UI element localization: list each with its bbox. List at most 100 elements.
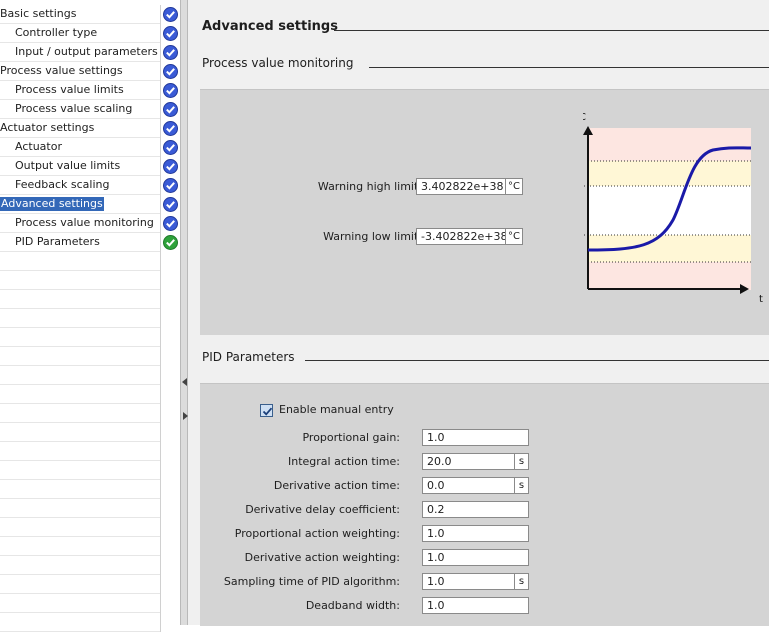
section-title-pid-parameters: PID Parameters <box>202 350 295 364</box>
nav-item-label: Input / output parameters <box>15 45 158 58</box>
pv-monitoring-panel: Warning high limit: 3.402822e+38 °C Warn… <box>200 89 769 335</box>
nav-status-cell <box>160 556 181 575</box>
nav-status-cell <box>160 537 181 556</box>
sampling-time-of-pid-algorithm-unit: s <box>514 573 529 590</box>
nav-item-label: Actuator <box>15 140 62 153</box>
nav-item-label: Controller type <box>15 26 98 39</box>
collapse-left-icon[interactable] <box>182 378 187 386</box>
proportional-action-weighting-input[interactable]: 1.0 <box>422 525 529 542</box>
blue-check-icon <box>163 159 178 174</box>
nav-item-label: Feedback scaling <box>15 178 110 191</box>
nav-empty-row <box>0 499 181 518</box>
nav-status-cell <box>160 62 181 81</box>
warning-high-input[interactable]: 3.402822e+38 <box>416 178 506 195</box>
x-axis-label: t <box>759 294 763 305</box>
nav-item-label: Process value scaling <box>15 102 133 115</box>
nav-item-advanced-settings[interactable]: Advanced settings <box>0 195 181 214</box>
nav-status-cell <box>160 385 181 404</box>
blue-check-icon <box>163 178 178 193</box>
pv-monitoring-diagram: °C t <box>583 112 763 305</box>
warning-low-unit: °C <box>505 228 523 245</box>
nav-empty-row <box>0 537 181 556</box>
nav-empty-row <box>0 594 181 613</box>
nav-empty-row <box>0 518 181 537</box>
nav-empty-row <box>0 366 181 385</box>
nav-status-cell <box>160 575 181 594</box>
nav-item-input-output-parameters[interactable]: Input / output parameters <box>0 43 181 62</box>
proportional-gain-input[interactable]: 1.0 <box>422 429 529 446</box>
enable-manual-entry-label: Enable manual entry <box>279 403 394 416</box>
blue-check-icon <box>163 26 178 41</box>
nav-item-process-value-monitoring[interactable]: Process value monitoring <box>0 214 181 233</box>
nav-item-label: Basic settings <box>0 7 77 20</box>
nav-status-cell <box>160 328 181 347</box>
nav-status-cell <box>160 594 181 613</box>
nav-empty-row <box>0 347 181 366</box>
nav-item-label: Output value limits <box>15 159 121 172</box>
derivative-action-time-input[interactable]: 0.0 <box>422 477 515 494</box>
nav-item-output-value-limits[interactable]: Output value limits <box>0 157 181 176</box>
panel-splitter[interactable] <box>180 0 188 625</box>
nav-item-controller-type[interactable]: Controller type <box>0 24 181 43</box>
nav-status-cell <box>160 157 181 176</box>
nav-item-process-value-settings[interactable]: Process value settings <box>0 62 181 81</box>
nav-status-cell <box>160 480 181 499</box>
blue-check-icon <box>163 83 178 98</box>
nav-item-label: PID Parameters <box>15 235 100 248</box>
warning-low-input[interactable]: -3.402822e+38 <box>416 228 506 245</box>
high-alarm-zone <box>588 128 751 161</box>
blue-check-icon <box>163 216 178 231</box>
nav-status-cell <box>160 195 181 214</box>
y-axis-label: °C <box>583 112 586 123</box>
nav-empty-row <box>0 575 181 594</box>
nav-empty-row <box>0 328 181 347</box>
nav-empty-row <box>0 556 181 575</box>
page-title: Advanced settings <box>202 19 338 34</box>
nav-empty-row <box>0 480 181 499</box>
nav-item-actuator-settings[interactable]: Actuator settings <box>0 119 181 138</box>
nav-status-cell <box>160 176 181 195</box>
nav-status-cell <box>160 461 181 480</box>
blue-check-icon <box>163 64 178 79</box>
blue-check-icon <box>163 102 178 117</box>
green-check-icon <box>163 235 178 250</box>
nav-item-label: Process value monitoring <box>15 216 154 229</box>
nav-item-pid-parameters[interactable]: PID Parameters <box>0 233 181 252</box>
nav-empty-row <box>0 461 181 480</box>
sampling-time-of-pid-algorithm-input[interactable]: 1.0 <box>422 573 515 590</box>
blue-check-icon <box>163 140 178 155</box>
nav-status-cell <box>160 290 181 309</box>
title-divider <box>334 30 769 31</box>
nav-item-actuator[interactable]: Actuator <box>0 138 181 157</box>
nav-status-cell <box>160 309 181 328</box>
nav-item-label: Process value settings <box>0 64 123 77</box>
nav-status-cell <box>160 404 181 423</box>
section-title-pv-monitoring: Process value monitoring <box>202 56 354 70</box>
nav-status-cell <box>160 271 181 290</box>
nav-status-cell <box>160 138 181 157</box>
nav-item-basic-settings[interactable]: Basic settings <box>0 5 181 24</box>
nav-status-cell <box>160 81 181 100</box>
derivative-delay-coefficient-input[interactable]: 0.2 <box>422 501 529 518</box>
nav-item-feedback-scaling[interactable]: Feedback scaling <box>0 176 181 195</box>
derivative-action-weighting-input[interactable]: 1.0 <box>422 549 529 566</box>
nav-empty-row <box>0 385 181 404</box>
nav-status-cell <box>160 119 181 138</box>
nav-item-label: Advanced settings <box>0 196 105 212</box>
nav-status-cell <box>160 43 181 62</box>
proportional-gain-label: Proportional gain: <box>302 431 400 444</box>
integral-action-time-input[interactable]: 20.0 <box>422 453 515 470</box>
nav-item-process-value-limits[interactable]: Process value limits <box>0 81 181 100</box>
sampling-time-of-pid-algorithm-label: Sampling time of PID algorithm: <box>223 575 400 588</box>
warning-low-label: Warning low limit: <box>323 230 422 243</box>
deadband-width-input[interactable]: 1.0 <box>422 597 529 614</box>
integral-action-time-unit: s <box>514 453 529 470</box>
nav-item-label: Actuator settings <box>0 121 95 134</box>
nav-status-cell <box>160 347 181 366</box>
nav-status-cell <box>160 100 181 119</box>
deadband-width-label: Deadband width: <box>305 599 400 612</box>
navigation-tree: Basic settings Controller type Input / out… <box>0 0 181 632</box>
nav-item-process-value-scaling[interactable]: Process value scaling <box>0 100 181 119</box>
nav-empty-row <box>0 271 181 290</box>
enable-manual-entry-checkbox[interactable] <box>260 404 273 417</box>
